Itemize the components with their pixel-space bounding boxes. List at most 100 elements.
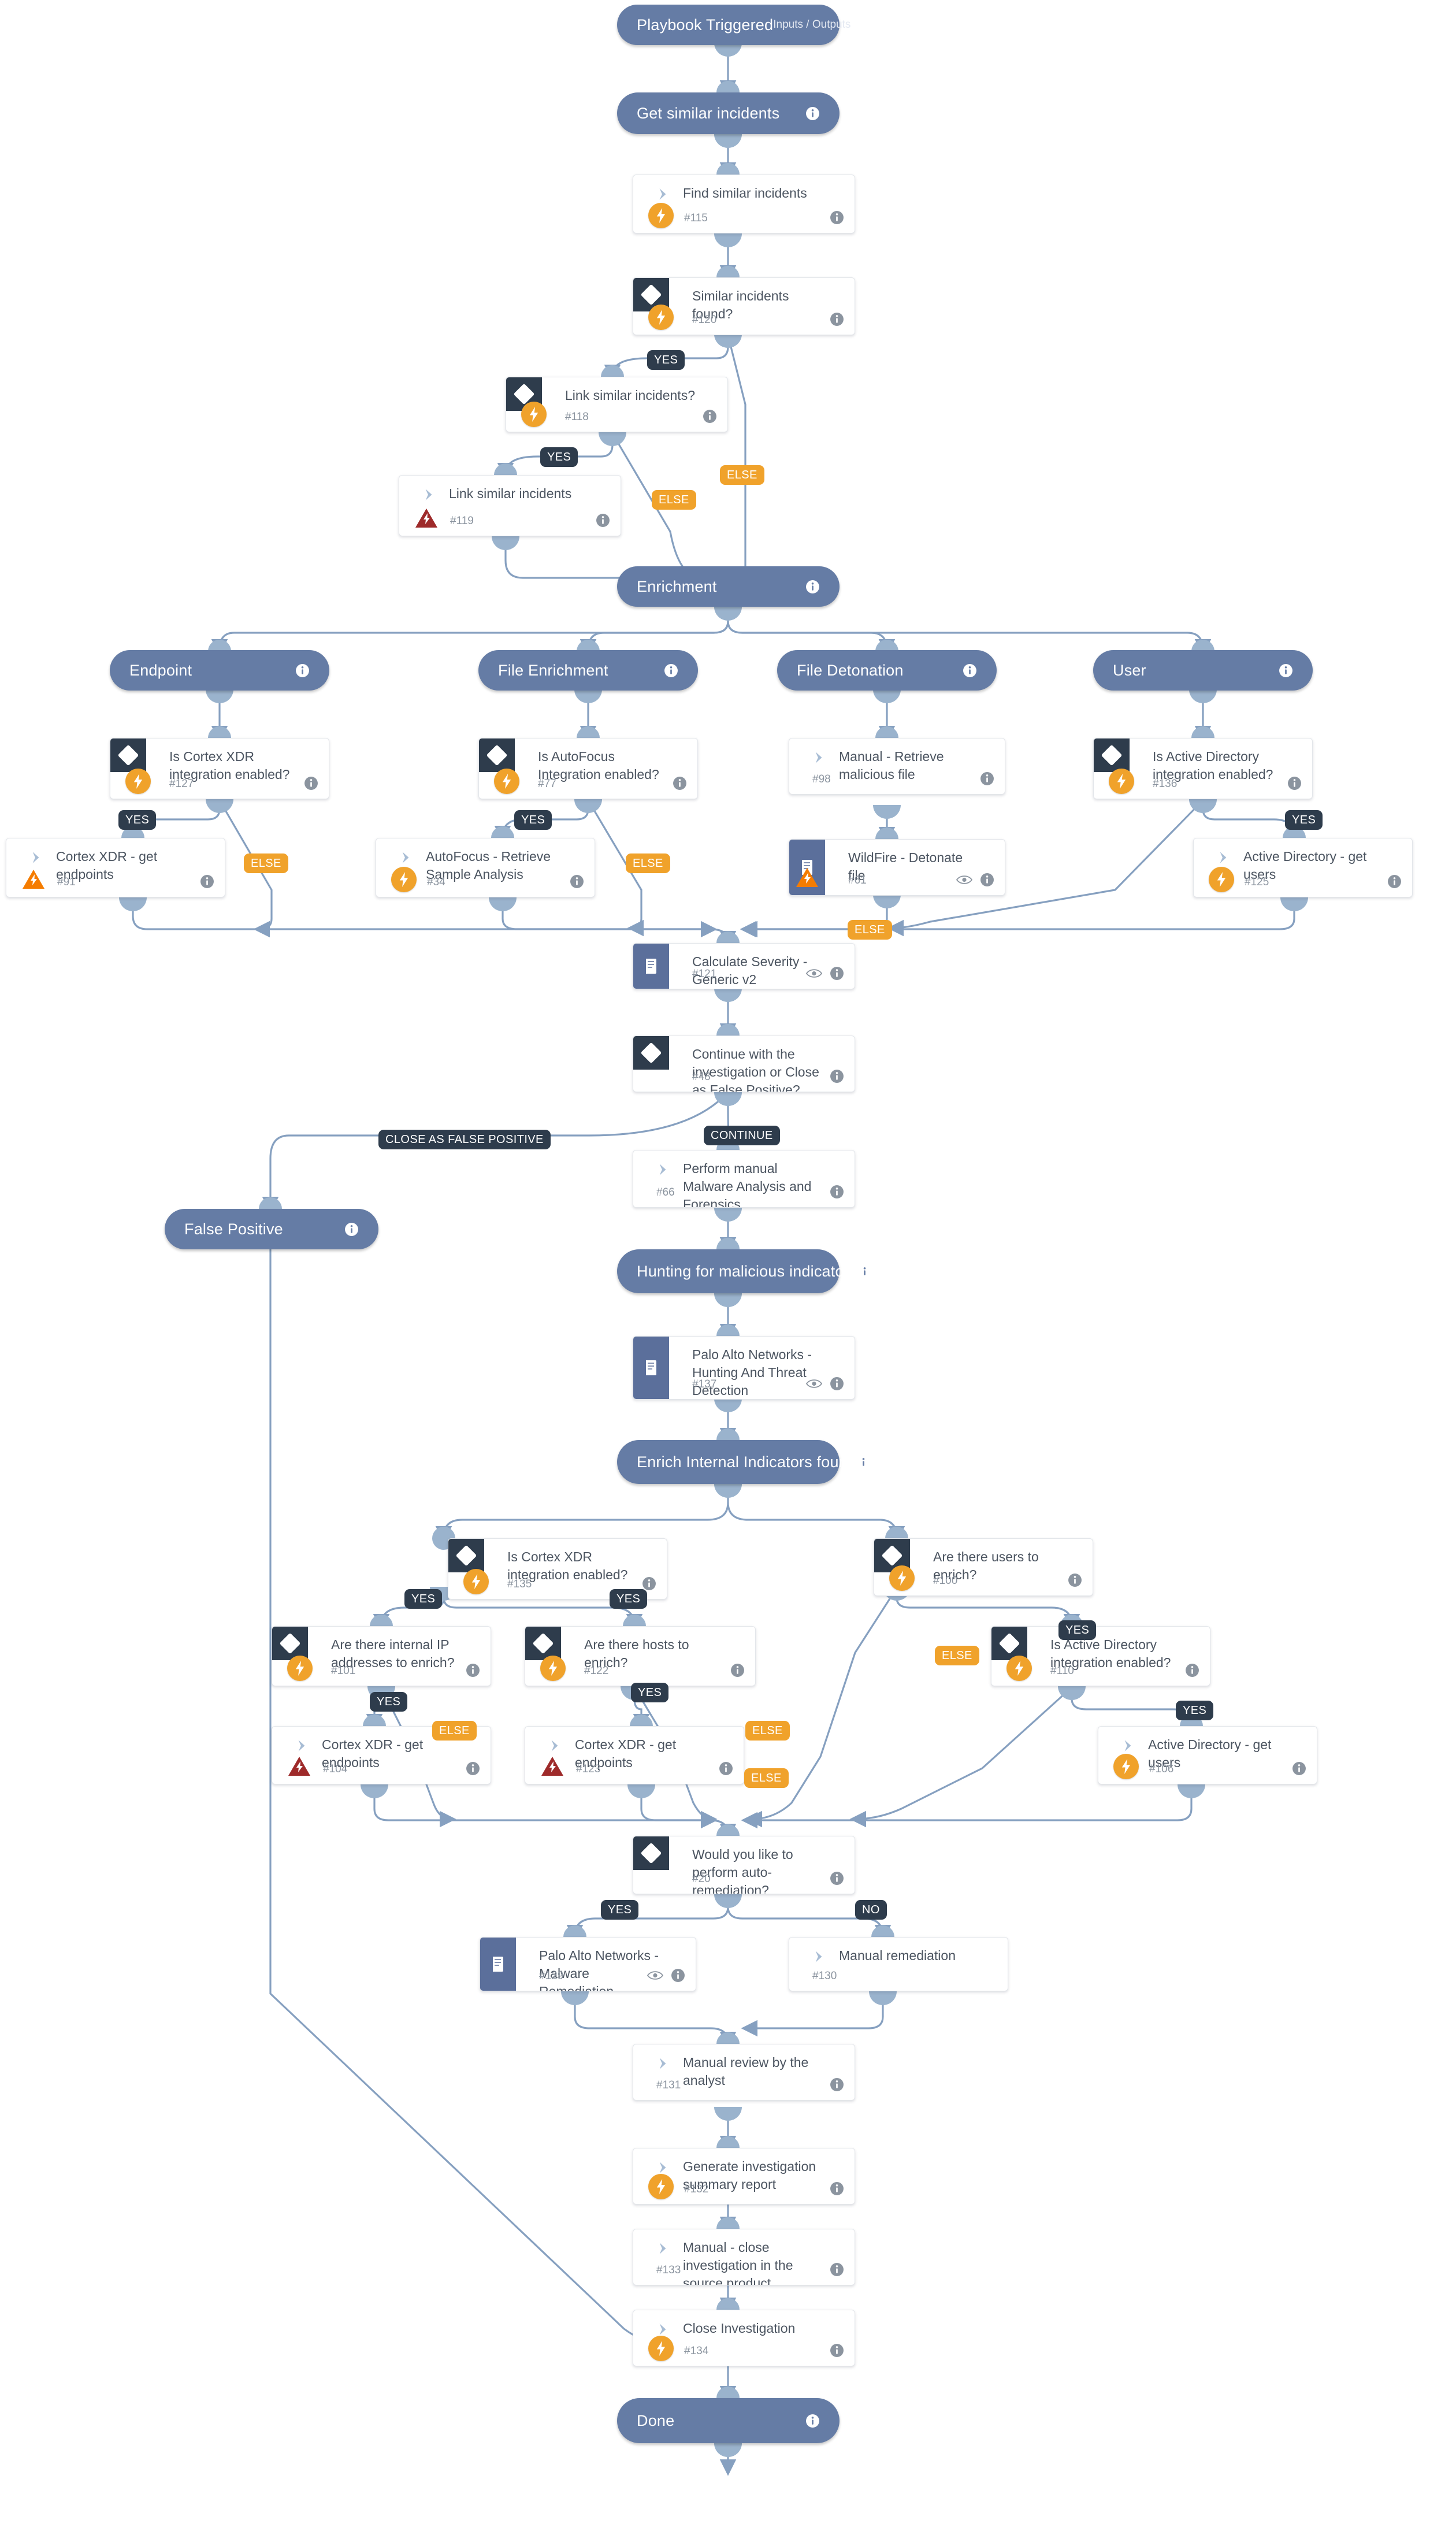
task-card[interactable]: Is Active Directory integration enabled?… [991, 1626, 1210, 1686]
task-card[interactable]: WildFire - Detonate file #61 [789, 839, 1005, 896]
info-icon[interactable] [805, 2414, 820, 2428]
section-playbook-triggered[interactable]: Playbook Triggered Inputs / Outputs [617, 5, 850, 45]
task-card[interactable]: Are there internal IP addresses to enric… [272, 1626, 491, 1686]
edge-label-else[interactable]: ELSE [935, 1646, 979, 1665]
edge-label-yes[interactable]: YES [404, 1589, 443, 1609]
section-user[interactable]: User [1093, 650, 1313, 691]
info-icon[interactable] [963, 663, 977, 678]
info-icon[interactable] [830, 2077, 844, 2092]
task-card[interactable]: Cortex XDR - get endpoints #123 [525, 1726, 744, 1784]
task-card[interactable]: AutoFocus - Retrieve Sample Analysis #34 [376, 838, 595, 897]
info-icon[interactable] [830, 210, 844, 225]
task-card[interactable]: Is Cortex XDR integration enabled? #127 [110, 738, 329, 799]
inputs-outputs-label[interactable]: Inputs / Outputs [773, 18, 850, 31]
edge-label-else[interactable]: ELSE [745, 1721, 790, 1741]
info-icon[interactable] [1387, 874, 1402, 889]
info-icon[interactable] [830, 2343, 844, 2358]
info-icon[interactable] [570, 874, 584, 889]
edge-label-close-as-false-positive[interactable]: CLOSE AS FALSE POSITIVE [378, 1130, 551, 1149]
info-icon[interactable] [703, 409, 717, 424]
edge-label-yes[interactable]: YES [631, 1683, 669, 1702]
info-icon[interactable] [730, 1663, 745, 1678]
task-card[interactable]: Manual - Retrieve malicious file #98 [789, 738, 1005, 795]
info-icon[interactable] [830, 1376, 844, 1391]
info-icon[interactable] [673, 776, 687, 791]
info-icon[interactable] [1287, 776, 1302, 791]
edge-label-else[interactable]: ELSE [244, 853, 288, 873]
edge-label-yes[interactable]: YES [1058, 1620, 1097, 1640]
info-icon[interactable] [830, 2262, 844, 2277]
edge-label-else[interactable]: ELSE [720, 465, 764, 485]
edge-label-else[interactable]: ELSE [744, 1768, 789, 1788]
info-icon[interactable] [344, 1222, 359, 1237]
task-card[interactable]: Link similar incidents #119 [399, 475, 621, 536]
section-hunting-for-malicious-indicators[interactable]: Hunting for malicious indicators [617, 1249, 871, 1293]
edge-label-yes[interactable]: YES [647, 350, 685, 370]
edge-label-yes[interactable]: YES [1285, 810, 1323, 830]
info-icon[interactable] [664, 663, 678, 678]
section-file-enrichment[interactable]: File Enrichment [478, 650, 698, 691]
info-icon[interactable] [304, 776, 318, 791]
info-icon[interactable] [295, 663, 310, 678]
task-card[interactable]: Manual review by the analyst #131 [633, 2044, 855, 2101]
info-icon[interactable] [856, 1455, 871, 1469]
section-endpoint[interactable]: Endpoint [110, 650, 329, 691]
edge-label-else[interactable]: ELSE [848, 920, 892, 940]
section-enrichment[interactable]: Enrichment [617, 566, 840, 607]
edge-label-else[interactable]: ELSE [626, 853, 670, 873]
info-icon[interactable] [1068, 1573, 1082, 1587]
task-card[interactable]: Active Directory - get users #125 [1193, 838, 1413, 897]
section-get-similar-incidents[interactable]: Get similar incidents [617, 92, 840, 134]
info-icon[interactable] [830, 312, 844, 326]
eye-icon[interactable] [806, 968, 822, 979]
info-icon[interactable] [642, 1576, 656, 1591]
info-icon[interactable] [1279, 663, 1293, 678]
task-card[interactable]: Manual - close investigation in the sour… [633, 2229, 855, 2285]
section-done[interactable]: Done [617, 2398, 840, 2443]
info-icon[interactable] [830, 1069, 844, 1083]
task-card[interactable]: Manual remediation #130 [789, 1937, 1008, 1991]
info-icon[interactable] [1185, 1663, 1199, 1678]
task-card[interactable]: Would you like to perform auto-remediati… [633, 1836, 855, 1894]
edge-label-continue[interactable]: CONTINUE [704, 1126, 780, 1145]
info-icon[interactable] [830, 1871, 844, 1886]
task-card[interactable]: Palo Alto Networks - Malware Remediation… [480, 1937, 696, 1991]
edge-label-yes[interactable]: YES [1176, 1701, 1214, 1720]
task-card[interactable]: Cortex XDR - get endpoints #91 [6, 838, 225, 897]
task-card[interactable]: Are there hosts to enrich? #122 [525, 1626, 756, 1686]
edge-label-yes[interactable]: YES [540, 447, 578, 467]
edge-label-yes[interactable]: YES [601, 1900, 639, 1920]
info-icon[interactable] [719, 1761, 733, 1776]
info-icon[interactable] [466, 1663, 480, 1678]
info-icon[interactable] [805, 580, 820, 594]
section-file-detonation[interactable]: File Detonation [777, 650, 997, 691]
task-card[interactable]: Generate investigation summary report #1… [633, 2148, 855, 2205]
info-icon[interactable] [596, 513, 610, 528]
task-card[interactable]: Is Active Directory integration enabled?… [1093, 738, 1313, 799]
task-card[interactable]: Find similar incidents #115 [633, 175, 855, 233]
task-card[interactable]: Is AutoFocus Integration enabled? #77 [478, 738, 698, 799]
info-icon[interactable] [466, 1761, 480, 1776]
edge-label-no[interactable]: NO [855, 1900, 887, 1920]
eye-icon[interactable] [806, 1378, 822, 1389]
info-icon[interactable] [980, 873, 994, 887]
info-icon[interactable] [671, 1968, 685, 1983]
info-icon[interactable] [1292, 1761, 1306, 1776]
task-card[interactable]: Calculate Severity - Generic v2 #121 [633, 943, 855, 989]
info-icon[interactable] [830, 1185, 844, 1199]
edge-label-yes[interactable]: YES [610, 1589, 648, 1609]
section-enrich-internal-indicators-found[interactable]: Enrich Internal Indicators found [617, 1440, 871, 1484]
task-card[interactable]: Similar incidents found? #120 [633, 277, 855, 335]
info-icon[interactable] [980, 771, 994, 786]
edge-label-yes[interactable]: YES [514, 810, 552, 830]
info-icon[interactable] [830, 966, 844, 981]
eye-icon[interactable] [956, 874, 972, 885]
task-card[interactable]: Perform manual Malware Analysis and Fore… [633, 1150, 855, 1208]
task-card[interactable]: Palo Alto Networks - Hunting And Threat … [633, 1336, 855, 1400]
info-icon[interactable] [830, 2181, 844, 2196]
info-icon[interactable] [857, 1264, 872, 1279]
section-false-positive[interactable]: False Positive [165, 1209, 378, 1249]
edge-label-yes[interactable]: YES [118, 810, 157, 830]
edge-label-else[interactable]: ELSE [652, 490, 696, 510]
info-icon[interactable] [805, 106, 820, 121]
